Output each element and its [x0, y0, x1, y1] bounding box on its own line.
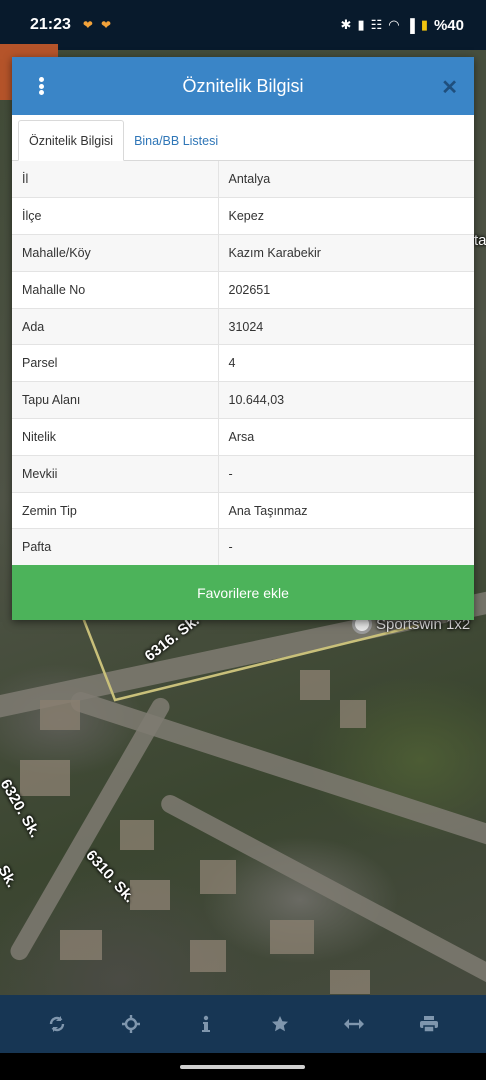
status-time: 21:23 — [30, 16, 71, 33]
attribute-key: Mahalle/Köy — [12, 234, 219, 272]
bluetooth-icon: ✱ — [340, 17, 352, 32]
attribute-key: Pafta — [12, 528, 219, 567]
add-to-favorites-button[interactable]: Favorilere ekle — [12, 565, 474, 620]
attribute-key: Nitelik — [12, 418, 219, 456]
notification-icon: ❤︎ — [82, 18, 93, 32]
bottom-toolbar — [0, 995, 486, 1053]
volte-icon: ☷ — [370, 17, 383, 32]
status-bar: 21:23 ❤︎ ❤︎ ✱ ▮ ☷ ◠ ▐ ▮ %40 — [0, 0, 486, 50]
signal-icon: ▐ — [405, 17, 415, 33]
attribute-dialog: Öznitelik Bilgisi ✕ Öznitelik Bilgisi Bi… — [12, 57, 474, 620]
table-row: Mahalle/Köy Kazım Karabekir — [12, 234, 474, 272]
attribute-key: Tapu Alanı — [12, 381, 219, 420]
dialog-header: Öznitelik Bilgisi ✕ — [12, 57, 474, 115]
table-row: Mevkii - — [12, 455, 474, 493]
attribute-value: 31024 — [218, 308, 474, 346]
table-row: Nitelik Arsa — [12, 418, 474, 456]
print-icon[interactable] — [415, 1010, 443, 1038]
attribute-value: - — [218, 455, 474, 493]
home-indicator[interactable] — [180, 1065, 305, 1069]
attribute-key: Ada — [12, 308, 219, 346]
crosshair-icon[interactable] — [117, 1010, 145, 1038]
attribute-key: Parsel — [12, 344, 219, 383]
close-icon[interactable]: ✕ — [441, 75, 458, 100]
attribute-value: Kazım Karabekir — [218, 234, 474, 272]
dialog-title: Öznitelik Bilgisi — [182, 75, 304, 96]
table-row: Pafta - — [12, 528, 474, 567]
table-row: Zemin Tip Ana Taşınmaz — [12, 492, 474, 530]
attribute-key: İlçe — [12, 197, 219, 236]
table-row: Tapu Alanı 10.644,03 — [12, 381, 474, 420]
notification-icon: ❤︎ — [100, 18, 112, 32]
star-icon[interactable] — [266, 1010, 294, 1038]
attribute-key: İl — [12, 161, 219, 199]
table-row: İlçe Kepez — [12, 197, 474, 236]
attribute-table: İl Antalya İlçe Kepez Mahalle/Köy Kazım Karab… — [12, 161, 474, 567]
attribute-value: Kepez — [218, 197, 474, 236]
measure-icon[interactable] — [340, 1010, 368, 1038]
vibrate-icon: ▮ — [357, 17, 365, 32]
attribute-value: - — [218, 528, 474, 567]
attribute-value: 4 — [218, 344, 474, 383]
attribute-value: 202651 — [218, 271, 474, 309]
attribute-value: Antalya — [218, 161, 474, 199]
attribute-value: 10.644,03 — [218, 381, 474, 420]
attribute-key: Mevkii — [12, 455, 219, 493]
table-row: Parsel 4 — [12, 344, 474, 383]
info-icon[interactable] — [192, 1010, 220, 1038]
table-row: İl Antalya — [12, 161, 474, 199]
system-nav-bar — [0, 1053, 486, 1080]
wifi-icon: ◠ — [388, 17, 400, 32]
table-row: Ada 31024 — [12, 308, 474, 346]
tab-building-list[interactable]: Bina/BB Listesi — [124, 120, 228, 161]
refresh-icon[interactable] — [43, 1010, 71, 1038]
table-row: Mahalle No 202651 — [12, 271, 474, 309]
dialog-tabs: Öznitelik Bilgisi Bina/BB Listesi — [12, 115, 474, 161]
street-label: ta — [474, 232, 486, 249]
battery-level: %40 — [433, 16, 464, 34]
attribute-key: Mahalle No — [12, 271, 219, 309]
battery-icon: ▮ — [420, 17, 428, 32]
attribute-key: Zemin Tip — [12, 492, 219, 530]
attribute-value: Ana Taşınmaz — [218, 492, 474, 530]
attribute-value: Arsa — [218, 418, 474, 456]
more-menu-icon[interactable] — [32, 75, 50, 97]
tab-attribute-info[interactable]: Öznitelik Bilgisi — [18, 120, 125, 161]
